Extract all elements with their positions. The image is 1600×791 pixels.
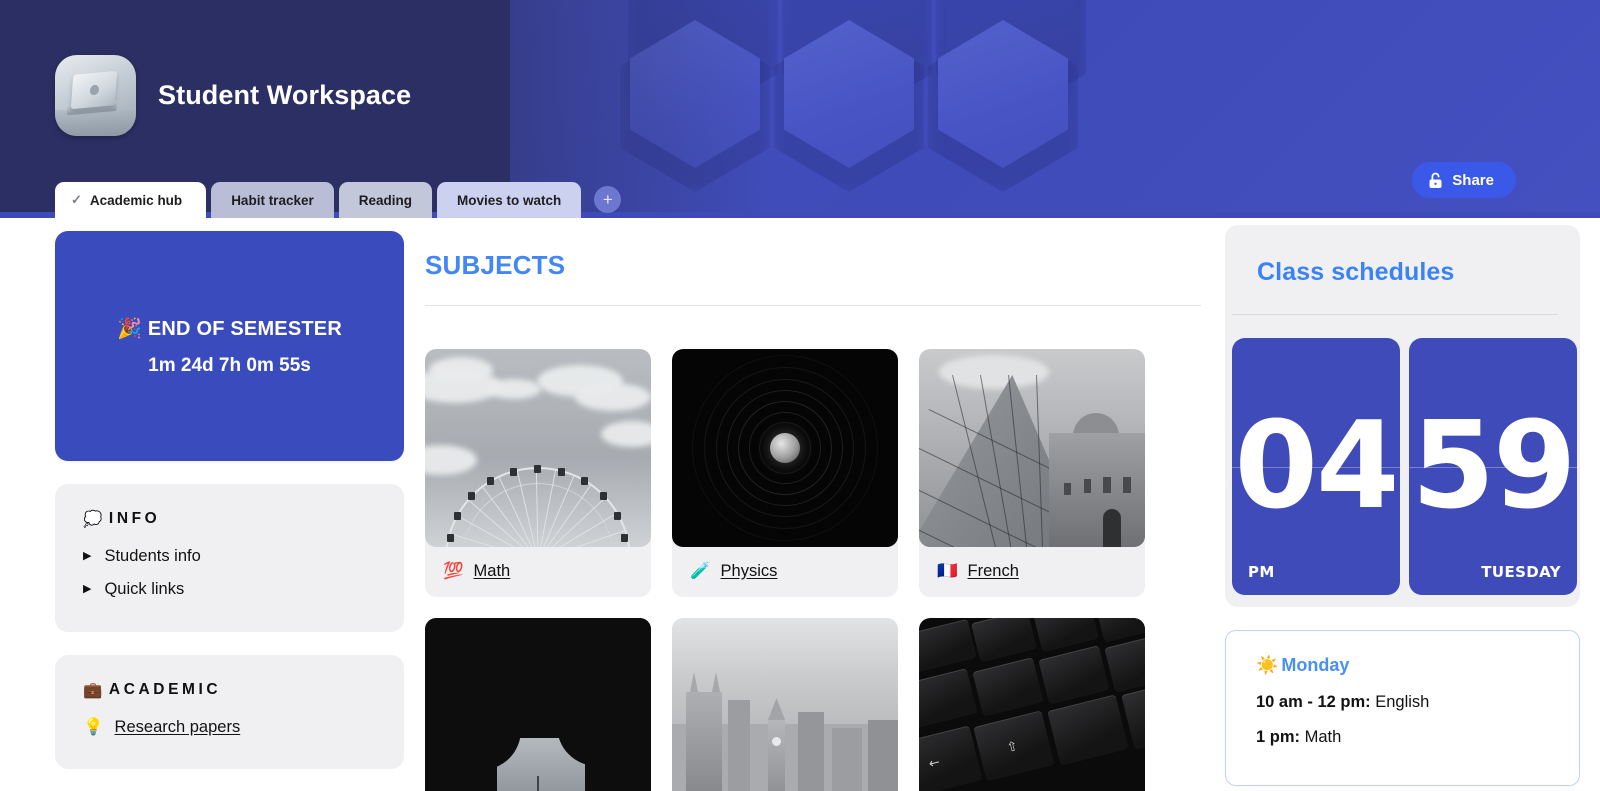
tab-label: Reading	[358, 192, 412, 208]
triangle-right-icon[interactable]: ▶	[83, 551, 91, 562]
subject-card-label: 🧪 Physics	[672, 547, 898, 587]
tab-bar: ✓ Academic hub Habit tracker Reading Mov…	[55, 182, 622, 218]
hundred-points-icon: 💯	[443, 561, 464, 580]
triangle-right-icon[interactable]: ▶	[83, 584, 91, 595]
clock-weekday: TUESDAY	[1481, 563, 1561, 581]
tab-habit-tracker[interactable]: Habit tracker	[211, 182, 334, 218]
academic-panel-heading: 💼 ACADEMIC	[83, 681, 404, 699]
day-name: Monday	[1281, 655, 1350, 675]
ferris-wheel-photo	[425, 349, 651, 547]
london-skyline-photo	[672, 618, 898, 791]
main-content: SUBJECTS 💯 Math 🧪 Physics 🇫🇷 French ← ⇧	[404, 218, 1225, 791]
add-tab-button[interactable]: +	[594, 186, 622, 213]
subjects-grid: 💯 Math 🧪 Physics 🇫🇷 French ← ⇧	[425, 349, 1225, 791]
subject-name: Physics	[720, 561, 778, 580]
page-title: Student Workspace	[158, 80, 412, 110]
page-body: 🎉 END OF SEMESTER 1m 24d 7h 0m 55s 💭 INF…	[0, 218, 1600, 791]
countdown-timer: 1m 24d 7h 0m 55s	[148, 354, 311, 376]
academic-panel: 💼 ACADEMIC 💡 Research papers	[55, 655, 404, 769]
check-icon: ✓	[71, 192, 82, 207]
sidebar-item-research-papers[interactable]: 💡 Research papers	[83, 711, 404, 743]
subject-card-label: 🇫🇷 French	[919, 547, 1145, 587]
louvre-pyramid-photo	[919, 349, 1145, 547]
tab-reading[interactable]: Reading	[338, 182, 432, 218]
schedule-entry-time: 10 am - 12 pm:	[1256, 693, 1371, 711]
subject-card-label: 💯 Math	[425, 547, 651, 587]
subject-card-math[interactable]: 💯 Math	[425, 349, 651, 597]
flip-clock-minute: 59 TUESDAY	[1409, 338, 1577, 595]
sidebar-item-label: Students info	[104, 547, 201, 565]
schedule-entry-time: 1 pm:	[1256, 728, 1301, 746]
sidebar-item-label: Quick links	[104, 580, 185, 598]
sidebar-item-students-info[interactable]: ▶ Students info	[83, 540, 404, 573]
countdown-card: 🎉 END OF SEMESTER 1m 24d 7h 0m 55s	[55, 231, 404, 461]
subject-card-6[interactable]: ← ⇧	[919, 618, 1145, 791]
brand: Student Workspace	[55, 55, 411, 136]
flip-clock: 04 PM 59 TUESDAY	[1225, 315, 1580, 595]
countdown-title: 🎉 END OF SEMESTER	[117, 316, 342, 341]
unlock-icon	[1428, 172, 1443, 189]
info-panel: 💭 INFO ▶ Students info ▶ Quick links	[55, 484, 404, 632]
tab-academic-hub[interactable]: ✓ Academic hub	[55, 182, 207, 218]
clock-meridiem: PM	[1248, 563, 1275, 581]
countdown-label: END OF SEMESTER	[147, 317, 342, 340]
keyboard-photo: ← ⇧	[919, 618, 1145, 791]
divider	[425, 305, 1201, 306]
party-popper-icon: 🎉	[116, 315, 143, 340]
cave-opening-photo	[425, 618, 651, 791]
info-panel-heading: 💭 INFO	[83, 510, 404, 528]
schedule-entry: 1 pm: Math	[1256, 728, 1579, 747]
schedule-entry-subject: Math	[1300, 728, 1342, 746]
tab-movies-to-watch[interactable]: Movies to watch	[437, 182, 582, 218]
day-title: ☀️ Monday	[1256, 655, 1579, 676]
academic-heading-label: ACADEMIC	[108, 681, 222, 698]
sidebar: 🎉 END OF SEMESTER 1m 24d 7h 0m 55s 💭 INF…	[0, 218, 404, 791]
subject-card-5[interactable]	[672, 618, 898, 791]
sun-icon: ☀️	[1256, 655, 1279, 676]
sidebar-item-label: Research papers	[114, 717, 241, 736]
sidebar-item-quick-links[interactable]: ▶ Quick links	[83, 573, 404, 606]
schedule-entry: 10 am - 12 pm: English	[1256, 693, 1579, 712]
subject-card-french[interactable]: 🇫🇷 French	[919, 349, 1145, 597]
flip-clock-hour: 04 PM	[1232, 338, 1400, 595]
page-header: Student Workspace ✓ Academic hub Habit t…	[0, 0, 1600, 218]
subject-card-physics[interactable]: 🧪 Physics	[672, 349, 898, 597]
concentric-rings-photo	[672, 349, 898, 547]
tab-label: Academic hub	[89, 192, 183, 208]
schedule-entry-subject: English	[1370, 693, 1430, 711]
schedules-column: Class schedules 04 PM 59 TUESDAY ☀️ Mond…	[1225, 218, 1600, 791]
tab-label: Habit tracker	[231, 192, 314, 208]
share-button[interactable]: Share	[1412, 162, 1516, 198]
class-schedules-title: Class schedules	[1257, 258, 1455, 286]
france-flag-icon: 🇫🇷	[937, 561, 958, 580]
briefcase-icon: 💼	[83, 681, 106, 699]
subject-name: Math	[473, 561, 511, 580]
macbook-laptop-icon	[55, 55, 136, 136]
tab-label: Movies to watch	[457, 192, 562, 208]
test-tube-icon: 🧪	[690, 561, 711, 580]
subject-card-4[interactable]	[425, 618, 651, 791]
lightbulb-icon: 💡	[83, 717, 104, 736]
section-title-subjects: SUBJECTS	[425, 250, 566, 280]
subject-name: French	[967, 561, 1019, 580]
info-heading-label: INFO	[108, 510, 161, 527]
thought-balloon-icon: 💭	[83, 510, 106, 528]
share-label: Share	[1452, 171, 1494, 189]
schedule-day-card-monday[interactable]: ☀️ Monday 10 am - 12 pm: English 1 pm: M…	[1225, 630, 1580, 786]
class-schedules-panel: Class schedules 04 PM 59 TUESDAY	[1225, 225, 1580, 607]
